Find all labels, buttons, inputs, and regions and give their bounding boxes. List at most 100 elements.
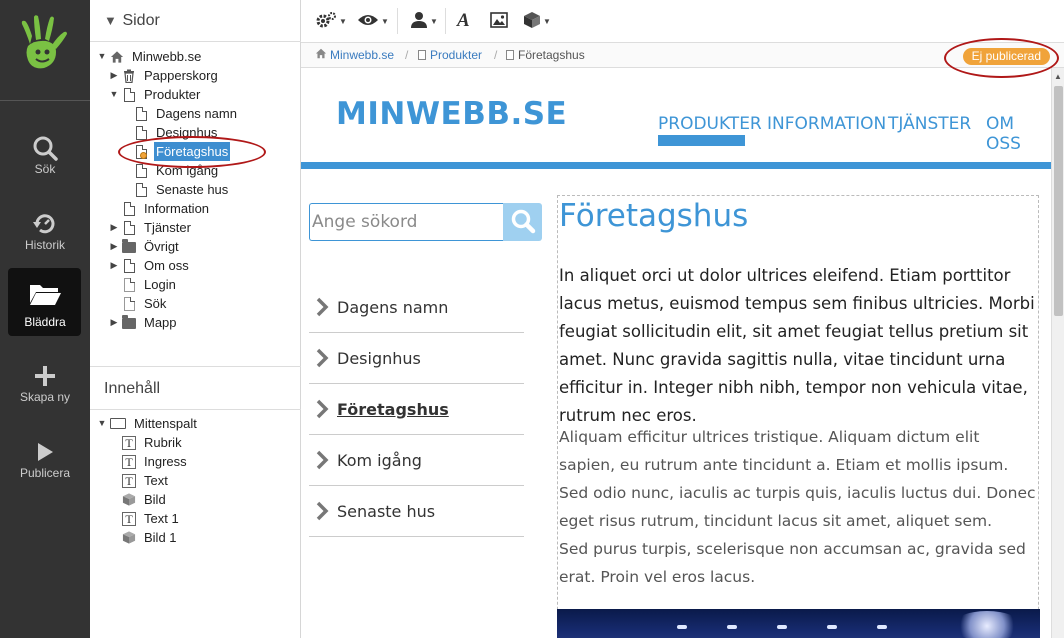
tree-node-produkter[interactable]: ▼ Produkter <box>108 85 202 104</box>
page-image[interactable] <box>557 609 1040 638</box>
image-detail <box>777 625 787 629</box>
content-node-label: Text <box>144 473 168 488</box>
trash-icon <box>122 68 136 84</box>
expand-down-icon[interactable]: ▼ <box>96 47 108 66</box>
rail-history-button[interactable]: Historik <box>0 200 90 272</box>
content-panel-header[interactable]: Innehåll <box>90 366 301 410</box>
breadcrumb-label: Minwebb.se <box>330 48 395 62</box>
search-icon <box>0 132 90 164</box>
insert-image-button[interactable] <box>490 10 508 32</box>
user-menu-button[interactable]: ▼ <box>410 10 438 32</box>
content-node-bild[interactable]: Bild <box>122 490 168 509</box>
preview-menu-button[interactable]: ▼ <box>357 10 389 32</box>
page-icon <box>134 125 148 141</box>
tree-pane: ▼ Sidor ▼ Minwebb.se ▶ Papperskorg ▼ Pro… <box>90 0 301 638</box>
page-body-text[interactable]: Aliquam efficitur ultrices tristique. Al… <box>559 423 1039 591</box>
pages-panel-header[interactable]: ▼ Sidor <box>90 0 301 42</box>
content-node-label: Text 1 <box>144 511 179 526</box>
rail-create-button[interactable]: Skapa ny <box>0 352 90 424</box>
folder-icon <box>122 315 136 331</box>
side-link-senaste-hus[interactable]: Senaste hus <box>309 486 524 537</box>
breadcrumb-separator: / <box>405 48 409 62</box>
tree-node-information[interactable]: Information <box>122 199 211 218</box>
content-node-mittenspalt[interactable]: ▼ Mittenspalt <box>96 414 199 433</box>
page-title[interactable]: Företagshus <box>559 198 748 234</box>
chevron-down-icon: ▼ <box>104 13 117 28</box>
image-detail <box>677 625 687 629</box>
breadcrumb-produkter[interactable]: Produkter <box>418 48 482 62</box>
tree-node-kom-igang[interactable]: Kom igång <box>134 161 220 180</box>
toolbar: ▼ ▼ ▼ A ▼ <box>301 0 1064 43</box>
page-ingress[interactable]: In aliquet orci ut dolor ultrices eleife… <box>559 262 1039 430</box>
expand-right-icon[interactable]: ▶ <box>108 218 120 237</box>
side-link-designhus[interactable]: Designhus <box>309 333 524 384</box>
rail-search-button[interactable]: Sök <box>0 124 90 196</box>
tree-node-papperskorg[interactable]: ▶ Papperskorg <box>108 66 220 85</box>
rail-browse-button[interactable]: Bläddra <box>0 268 90 340</box>
scrollbar-thumb[interactable] <box>1054 86 1063 316</box>
content-node-text[interactable]: T Text <box>122 471 170 490</box>
side-link-dagens-namn[interactable]: Dagens namn <box>309 282 524 333</box>
rail-search-label: Sök <box>34 162 56 176</box>
content-node-label: Bild 1 <box>144 530 177 545</box>
content-node-label: Mittenspalt <box>134 416 197 431</box>
tree-node-tjanster[interactable]: ▶ Tjänster <box>108 218 193 237</box>
page-icon <box>122 258 136 274</box>
rail-publish-button[interactable]: Publicera <box>0 428 90 500</box>
content-node-ingress[interactable]: T Ingress <box>122 452 189 471</box>
tree-node-label: Senaste hus <box>156 182 229 197</box>
site-nav-information[interactable]: INFORMATION <box>767 114 886 134</box>
tree-node-label: Information <box>144 201 210 216</box>
tree-node-sok[interactable]: Sök <box>122 294 168 313</box>
content-node-rubrik[interactable]: T Rubrik <box>122 433 184 452</box>
font-button[interactable]: A <box>457 10 470 32</box>
pages-panel-title: Sidor <box>122 12 160 29</box>
tree-node-label: Dagens namn <box>156 106 237 121</box>
side-link-kom-igang[interactable]: Kom igång <box>309 435 524 486</box>
site-search-input[interactable] <box>309 203 503 241</box>
page-icon <box>134 182 148 198</box>
tree-node-senaste-hus[interactable]: Senaste hus <box>134 180 230 199</box>
tree-node-login[interactable]: Login <box>122 275 178 294</box>
breadcrumb-home[interactable]: Minwebb.se <box>315 48 394 62</box>
site-search-button[interactable] <box>503 203 542 241</box>
folder-icon <box>122 239 136 255</box>
settings-menu-button[interactable]: ▼ <box>315 10 347 32</box>
tree-node-mapp[interactable]: ▶ Mapp <box>108 313 179 332</box>
preview-scrollbar[interactable]: ▲ <box>1051 68 1064 638</box>
rail-create-label: Skapa ny <box>19 390 71 404</box>
tree-node-dagens-namn[interactable]: Dagens namn <box>134 104 239 123</box>
status-badge[interactable]: Ej publicerad <box>962 48 1050 65</box>
expand-right-icon[interactable]: ▶ <box>108 66 120 85</box>
tree-node-label: Produkter <box>144 87 201 102</box>
side-link-foretagshus[interactable]: Företagshus <box>309 384 524 435</box>
content-node-bild-1[interactable]: Bild 1 <box>122 528 179 547</box>
expand-down-icon[interactable]: ▼ <box>108 85 120 104</box>
tree-node-label: Kom igång <box>156 163 219 178</box>
plus-icon <box>0 360 90 392</box>
toolbar-divider <box>445 8 446 34</box>
left-rail: Sök Historik Bläddra Skapa ny Publicera <box>0 0 90 638</box>
tree-node-om-oss[interactable]: ▶ Om oss <box>108 256 191 275</box>
tree-node-foretagshus[interactable]: Företagshus <box>134 142 231 161</box>
tree-node-minwebb[interactable]: ▼ Minwebb.se <box>96 47 203 66</box>
home-icon <box>110 49 124 65</box>
expand-right-icon[interactable]: ▶ <box>108 237 120 256</box>
font-icon: A <box>457 10 470 31</box>
content-node-text-1[interactable]: T Text 1 <box>122 509 181 528</box>
site-logo[interactable]: MINWEBB.SE <box>336 96 567 132</box>
site-nav-tjanster[interactable]: TJÄNSTER <box>888 114 971 134</box>
insert-block-button[interactable]: ▼ <box>523 10 551 32</box>
expand-down-icon[interactable]: ▼ <box>96 414 108 433</box>
image-detail <box>827 625 837 629</box>
site-nav-produkter[interactable]: PRODUKTER <box>658 114 762 134</box>
side-link-label: Dagens namn <box>337 297 449 317</box>
tree-node-designhus[interactable]: Designhus <box>134 123 219 142</box>
scroll-up-icon[interactable]: ▲ <box>1054 72 1062 81</box>
expand-right-icon[interactable]: ▶ <box>108 313 120 332</box>
body-paragraph: Aliquam efficitur ultrices tristique. Al… <box>559 428 1036 530</box>
site-nav-om-oss[interactable]: OM OSS <box>986 114 1051 154</box>
tree-node-ovrigt[interactable]: ▶ Övrigt <box>108 237 181 256</box>
page-icon <box>134 106 148 122</box>
expand-right-icon[interactable]: ▶ <box>108 256 120 275</box>
